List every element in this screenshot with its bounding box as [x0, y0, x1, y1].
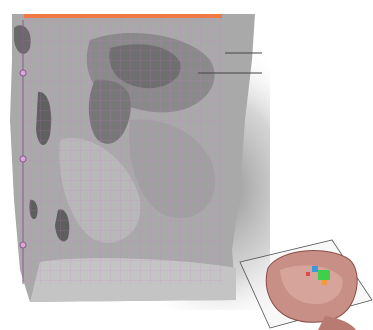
top-bar — [24, 14, 222, 18]
highlight-blue — [312, 266, 318, 272]
mri-viewer — [0, 0, 373, 330]
scale-marker-middle[interactable] — [19, 155, 27, 163]
measurement-grid — [22, 14, 222, 284]
highlight-red — [306, 272, 310, 276]
highlight-orange — [322, 280, 327, 285]
scale-marker-top[interactable] — [19, 69, 27, 77]
highlight-green — [318, 270, 330, 280]
scale-marker-bottom[interactable] — [19, 241, 27, 249]
slice-view[interactable] — [0, 0, 373, 330]
